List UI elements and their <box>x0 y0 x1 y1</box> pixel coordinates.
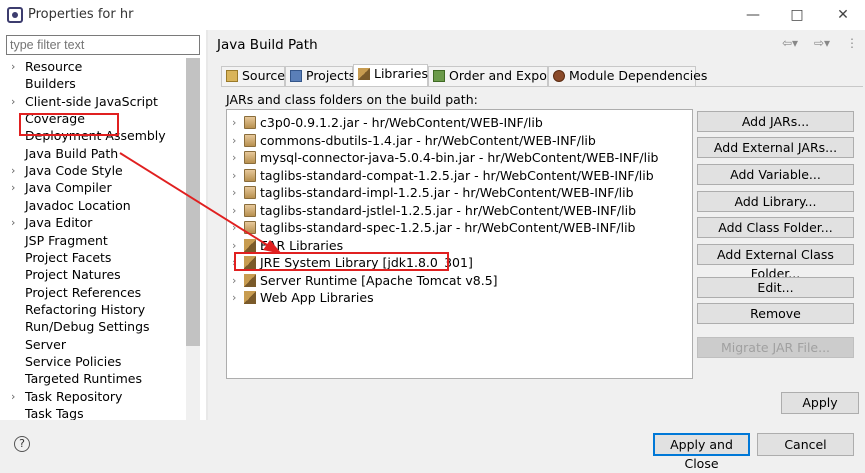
expand-chevron-icon[interactable]: › <box>232 289 236 306</box>
title-bar: Properties for hr — □ ✕ <box>0 0 865 30</box>
expand-chevron-icon[interactable]: › <box>11 388 15 405</box>
sidebar-item-label: Java Code Style <box>25 163 123 179</box>
sidebar-item-label: Project References <box>25 284 142 300</box>
sidebar-item-label: Task Repository <box>25 388 123 404</box>
sidebar-item-label: Project Natures <box>25 267 121 283</box>
library-icon <box>244 291 256 304</box>
expand-chevron-icon[interactable]: › <box>232 202 236 219</box>
add-variable-button[interactable]: Add Variable... <box>697 164 854 185</box>
order-export-icon <box>433 70 445 82</box>
sidebar-item-label: Task Tags <box>25 406 84 420</box>
sash-divider[interactable] <box>206 30 208 420</box>
tab-libraries[interactable]: Libraries <box>353 64 428 86</box>
list-caption: JARs and class folders on the build path… <box>226 92 478 107</box>
sidebar-item-label: Project Facets <box>25 249 112 265</box>
expand-chevron-icon[interactable]: › <box>11 162 15 179</box>
filter-input[interactable] <box>6 35 200 55</box>
tab-module-dependencies[interactable]: Module Dependencies <box>548 66 707 86</box>
highlight-java-build-path <box>19 113 119 136</box>
sidebar-item-label: Service Policies <box>25 353 122 369</box>
library-icon <box>244 238 256 252</box>
expand-chevron-icon[interactable]: › <box>232 272 236 289</box>
help-icon[interactable]: ? <box>14 436 30 452</box>
sidebar-item-label: Resource <box>25 59 83 74</box>
jar-icon <box>244 133 256 147</box>
jar-icon <box>244 186 256 199</box>
expand-chevron-icon[interactable]: › <box>232 132 236 149</box>
list-item-label: taglibs-standard-compat-1.2.5.jar - hr/W… <box>260 167 654 183</box>
module-icon <box>553 70 565 82</box>
add-external-class-folder-button[interactable]: Add External Class Folder... <box>697 244 854 281</box>
forward-nav-icon[interactable]: ⇨▾ <box>814 36 830 50</box>
highlight-jre-system-library <box>234 252 449 271</box>
library-icon <box>244 273 256 287</box>
sidebar-item-label: Run/Debug Settings <box>25 319 150 335</box>
add-external-jars-button[interactable]: Add External JARs... <box>697 137 854 158</box>
add-class-folder-button[interactable]: Add Class Folder... <box>697 217 854 238</box>
expand-chevron-icon[interactable]: › <box>232 219 236 236</box>
eclipse-app-icon <box>7 7 23 23</box>
jar-icon <box>244 116 256 129</box>
sidebar-item-label: Javadoc Location <box>25 197 131 213</box>
jar-icon <box>244 221 256 234</box>
page-title: Java Build Path <box>217 37 318 53</box>
list-item-label: EAR Libraries <box>260 237 344 253</box>
add-library-button[interactable]: Add Library... <box>697 191 854 212</box>
classpath-entries-list[interactable]: › c3p0-0.9.1.2.jar - hr/WebContent/WEB-IN… <box>226 109 693 379</box>
expand-chevron-icon[interactable]: › <box>11 93 15 110</box>
source-folder-icon <box>226 70 238 82</box>
view-menu-icon[interactable]: ⋮ <box>846 36 858 50</box>
apply-and-close-button[interactable]: Apply and Close <box>653 433 750 471</box>
close-window-button[interactable]: ✕ <box>833 5 853 25</box>
migrate-jar-button: Migrate JAR File... <box>697 337 854 358</box>
minimize-button[interactable]: — <box>743 5 763 25</box>
sidebar-scrollbar-thumb[interactable] <box>186 58 200 346</box>
projects-icon <box>290 70 302 82</box>
jar-icon <box>244 151 256 164</box>
list-item-label: mysql-connector-java-5.0.4-bin.jar - hr/… <box>260 150 659 165</box>
maximize-button[interactable]: □ <box>787 5 807 25</box>
sidebar-item-label: Server <box>25 336 66 352</box>
sidebar-item-label: Refactoring History <box>25 301 146 317</box>
jar-icon <box>244 203 256 217</box>
list-item-label: taglibs-standard-spec-1.2.5.jar - hr/Web… <box>260 220 636 235</box>
expand-chevron-icon[interactable]: › <box>232 237 236 254</box>
libraries-icon <box>358 68 370 80</box>
apply-button[interactable]: Apply <box>781 392 859 414</box>
expand-chevron-icon[interactable]: › <box>232 114 236 131</box>
window-title: Properties for hr <box>28 7 134 22</box>
sidebar-item-label: Targeted Runtimes <box>25 371 142 387</box>
expand-chevron-icon[interactable]: › <box>11 214 15 231</box>
tab-projects[interactable]: Projects <box>285 66 355 86</box>
sidebar-item-label: Java Build Path <box>25 145 119 161</box>
list-item-label: c3p0-0.9.1.2.jar - hr/WebContent/WEB-INF… <box>260 115 543 130</box>
list-item-label: Web App Libraries <box>260 290 374 305</box>
list-item-label: taglibs-standard-impl-1.2.5.jar - hr/Web… <box>260 185 634 200</box>
sidebar-item-label: Java Editor <box>25 215 93 231</box>
sidebar-item-label: JSP Fragment <box>25 232 108 248</box>
sidebar-item-label: Client-side JavaScript <box>25 93 158 109</box>
cancel-button[interactable]: Cancel <box>757 433 854 456</box>
tab-order-and-export[interactable]: Order and Export <box>428 66 557 86</box>
properties-sidebar: › Resource Builders › Client-side JavaScript… <box>0 30 206 420</box>
expand-chevron-icon[interactable]: › <box>11 58 15 75</box>
expand-chevron-icon[interactable]: › <box>232 184 236 201</box>
remove-button[interactable]: Remove <box>697 303 854 324</box>
list-item-label: Server Runtime [Apache Tomcat v8.5] <box>260 272 498 288</box>
add-jars-button[interactable]: Add JARs... <box>697 111 854 132</box>
edit-button[interactable]: Edit... <box>697 277 854 298</box>
tab-source[interactable]: Source <box>221 66 285 86</box>
list-item-label: commons-dbutils-1.4.jar - hr/WebContent/… <box>260 132 596 148</box>
sidebar-item-label: Builders <box>25 76 76 92</box>
jar-icon <box>244 168 256 182</box>
expand-chevron-icon[interactable]: › <box>232 149 236 166</box>
list-item-label: taglibs-standard-jstlel-1.2.5.jar - hr/W… <box>260 202 637 218</box>
back-nav-icon[interactable]: ⇦▾ <box>782 36 798 50</box>
expand-chevron-icon[interactable]: › <box>232 167 236 184</box>
sidebar-item-label: Java Compiler <box>25 180 112 196</box>
expand-chevron-icon[interactable]: › <box>11 179 15 196</box>
